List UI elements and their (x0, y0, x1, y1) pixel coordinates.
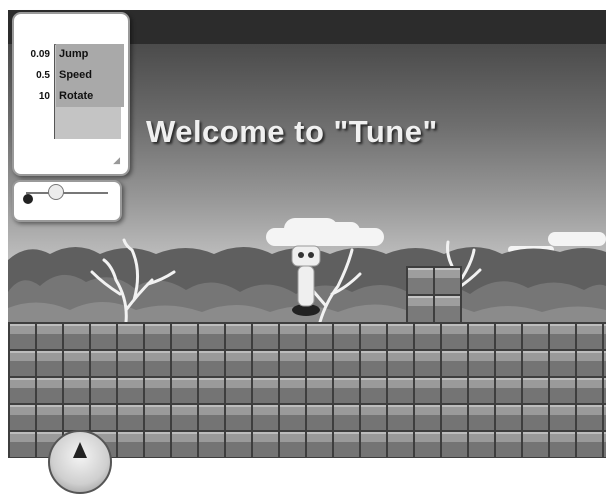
slider-track[interactable] (26, 192, 108, 194)
resize-grip-icon[interactable]: ◢ (113, 155, 120, 166)
parameter-name: Rotate (56, 86, 124, 107)
block-tower (406, 266, 462, 322)
parameter-value: 0.09 (30, 49, 50, 60)
slider-panel (12, 180, 122, 222)
parameter-name: Speed (56, 65, 124, 86)
parameter-row-speed[interactable]: 0.5 Speed (18, 65, 124, 86)
parameter-panel: 0.09 Jump 0.5 Speed 10 Rotate ◢ (12, 12, 130, 176)
compass-icon[interactable] (48, 430, 112, 494)
parameter-name: Jump (56, 44, 124, 65)
slider-start-marker (23, 194, 33, 204)
slider-thumb[interactable] (47, 184, 64, 200)
game-title: Welcome to "Tune" (146, 114, 438, 149)
parameter-row-jump[interactable]: 0.09 Jump (18, 44, 124, 65)
compass-arrow-icon (73, 442, 87, 458)
parameter-value: 0.5 (36, 70, 50, 81)
parameter-value: 10 (38, 91, 50, 102)
parameter-table: 0.09 Jump 0.5 Speed 10 Rotate (18, 44, 124, 107)
parameter-row-rotate[interactable]: 10 Rotate (18, 86, 124, 107)
